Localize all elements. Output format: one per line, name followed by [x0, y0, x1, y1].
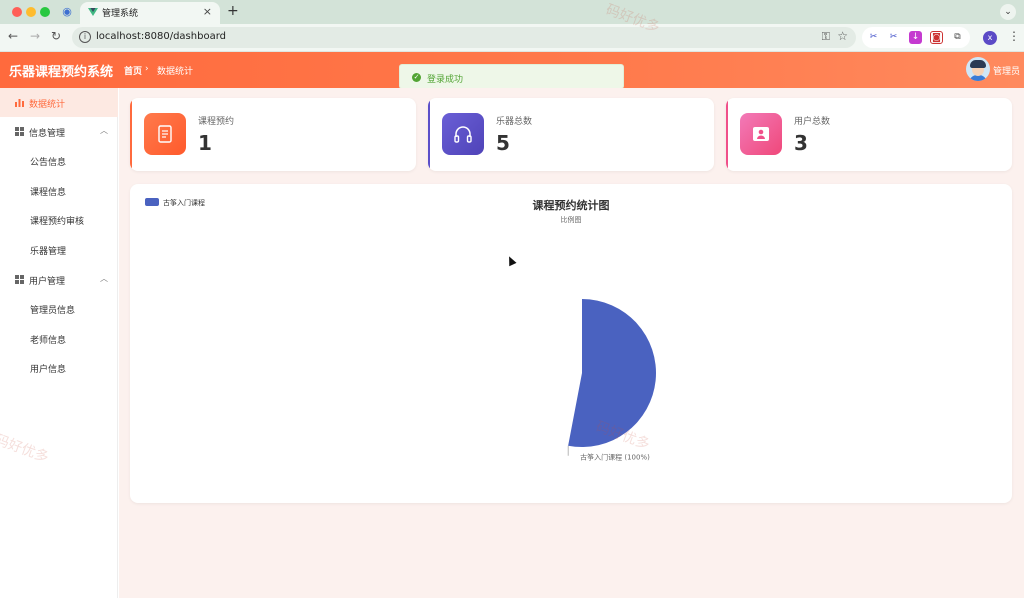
sidebar-group-users[interactable]: 用户管理 ︿	[0, 265, 118, 294]
puzzle-extensions-icon[interactable]: ⧉	[951, 31, 964, 44]
grid-icon	[15, 275, 24, 284]
sidebar: 数据统计 信息管理 ︿ 公告信息 课程信息 课程预约审核 乐器管理 用户管理 ︿…	[0, 88, 118, 598]
grid-icon	[15, 127, 24, 136]
stat-card-users: 用户总数 3	[726, 98, 1012, 171]
bar-chart-icon	[15, 99, 24, 107]
document-icon	[144, 113, 186, 155]
new-tab-button[interactable]: +	[227, 3, 239, 19]
back-icon[interactable]: ←	[8, 29, 18, 43]
sidebar-item-label: 老师信息	[30, 336, 67, 346]
browser-tab-bar: ◉ 管理系统 × + ⌄	[0, 0, 1024, 24]
sidebar-item-dashboard[interactable]: 数据统计	[0, 88, 118, 117]
minimize-window-button[interactable]	[26, 7, 36, 17]
tab-title: 管理系统	[102, 9, 139, 19]
sidebar-item-label: 课程预约审核	[30, 217, 85, 227]
bookmark-star-icon[interactable]: ☆	[837, 29, 848, 43]
breadcrumb-separator: ›	[145, 64, 149, 74]
sidebar-item-label: 乐器管理	[30, 247, 67, 257]
browser-tab-active[interactable]: 管理系统 ×	[80, 2, 220, 24]
stat-label: 用户总数	[794, 117, 831, 127]
user-icon	[740, 113, 782, 155]
user-avatar[interactable]	[966, 57, 990, 81]
success-check-icon: ✓	[412, 73, 421, 82]
password-key-icon[interactable]: ⚿	[822, 30, 830, 44]
sidebar-group-label: 信息管理	[29, 129, 66, 139]
stat-label: 乐器总数	[496, 117, 533, 127]
sidebar-item-label: 管理员信息	[30, 306, 76, 316]
close-window-button[interactable]	[12, 7, 22, 17]
vue-logo-icon	[88, 8, 98, 16]
sidebar-item-label: 用户信息	[30, 365, 67, 375]
stat-value: 1	[198, 131, 212, 155]
sidebar-item-label: 数据统计	[29, 100, 66, 110]
sidebar-item-teacher[interactable]: 老师信息	[0, 324, 118, 353]
pie-chart: 古筝入门课程 (100%)	[567, 299, 656, 462]
sidebar-group-label: 用户管理	[29, 277, 66, 287]
browser-toolbar: ← → ↻ i localhost:8080/dashboard ⚿ ☆ ✂ ✂…	[0, 24, 1024, 52]
scissors-extension-icon[interactable]: ✂	[867, 31, 880, 44]
tab-close-icon[interactable]: ×	[203, 5, 212, 18]
stat-value: 3	[794, 131, 808, 155]
sidebar-item-instrument[interactable]: 乐器管理	[0, 235, 118, 264]
app-brand: 乐器课程预约系统	[9, 65, 114, 80]
pie-slice[interactable]	[568, 299, 656, 447]
reload-icon[interactable]: ↻	[51, 29, 61, 43]
toast-message: 登录成功	[427, 75, 464, 85]
browser-menu-icon[interactable]: ⋮	[1008, 29, 1020, 43]
chevron-up-icon: ︿	[100, 274, 108, 283]
sidebar-item-user[interactable]: 用户信息	[0, 353, 118, 382]
chevron-up-icon: ︿	[100, 126, 108, 135]
sidebar-item-label: 公告信息	[30, 158, 67, 168]
user-name[interactable]: 管理员	[993, 64, 1020, 77]
camera-extension-icon[interactable]: ◙	[930, 31, 943, 44]
url-text[interactable]: localhost:8080/dashboard	[96, 31, 226, 42]
sidebar-item-booking-review[interactable]: 课程预约审核	[0, 205, 118, 234]
stat-card-bookings: 课程预约 1	[130, 98, 416, 171]
download-extension-icon[interactable]: ↓	[909, 31, 922, 44]
address-bar[interactable]: i localhost:8080/dashboard ⚿ ☆	[72, 27, 856, 48]
sidebar-item-course[interactable]: 课程信息	[0, 176, 118, 205]
headphones-icon	[442, 113, 484, 155]
tab-search-icon[interactable]: ⌄	[1000, 4, 1016, 20]
breadcrumb-current: 数据统计	[157, 67, 194, 77]
pie-slice-label: 古筝入门课程 (100%)	[580, 453, 650, 462]
breadcrumb-home[interactable]: 首页	[124, 64, 142, 77]
site-info-icon[interactable]: i	[79, 31, 91, 43]
main-content: 课程预约 1 乐器总数 5 用户总数 3 古筝入门课程 课程预约统计图 比例图 …	[119, 88, 1024, 598]
maximize-window-button[interactable]	[40, 7, 50, 17]
booking-chart-card: 古筝入门课程 课程预约统计图 比例图 古筝入门课程 (100%)	[130, 184, 1012, 503]
sidebar-item-admin[interactable]: 管理员信息	[0, 294, 118, 323]
stat-value: 5	[496, 131, 510, 155]
forward-icon[interactable]: →	[30, 29, 40, 43]
cut-extension-icon[interactable]: ✂	[887, 31, 900, 44]
extensions-group: ✂ ✂ ↓ ◙ ⧉	[862, 27, 970, 48]
login-success-toast: ✓ 登录成功	[399, 64, 624, 89]
sidebar-group-info[interactable]: 信息管理 ︿	[0, 117, 118, 146]
stat-card-instruments: 乐器总数 5	[428, 98, 714, 171]
inactive-tab-icon[interactable]: ◉	[60, 6, 74, 18]
sidebar-item-label: 课程信息	[30, 188, 67, 198]
profile-avatar[interactable]: x	[983, 31, 997, 45]
sidebar-item-notice[interactable]: 公告信息	[0, 146, 118, 175]
stat-label: 课程预约	[198, 117, 235, 127]
